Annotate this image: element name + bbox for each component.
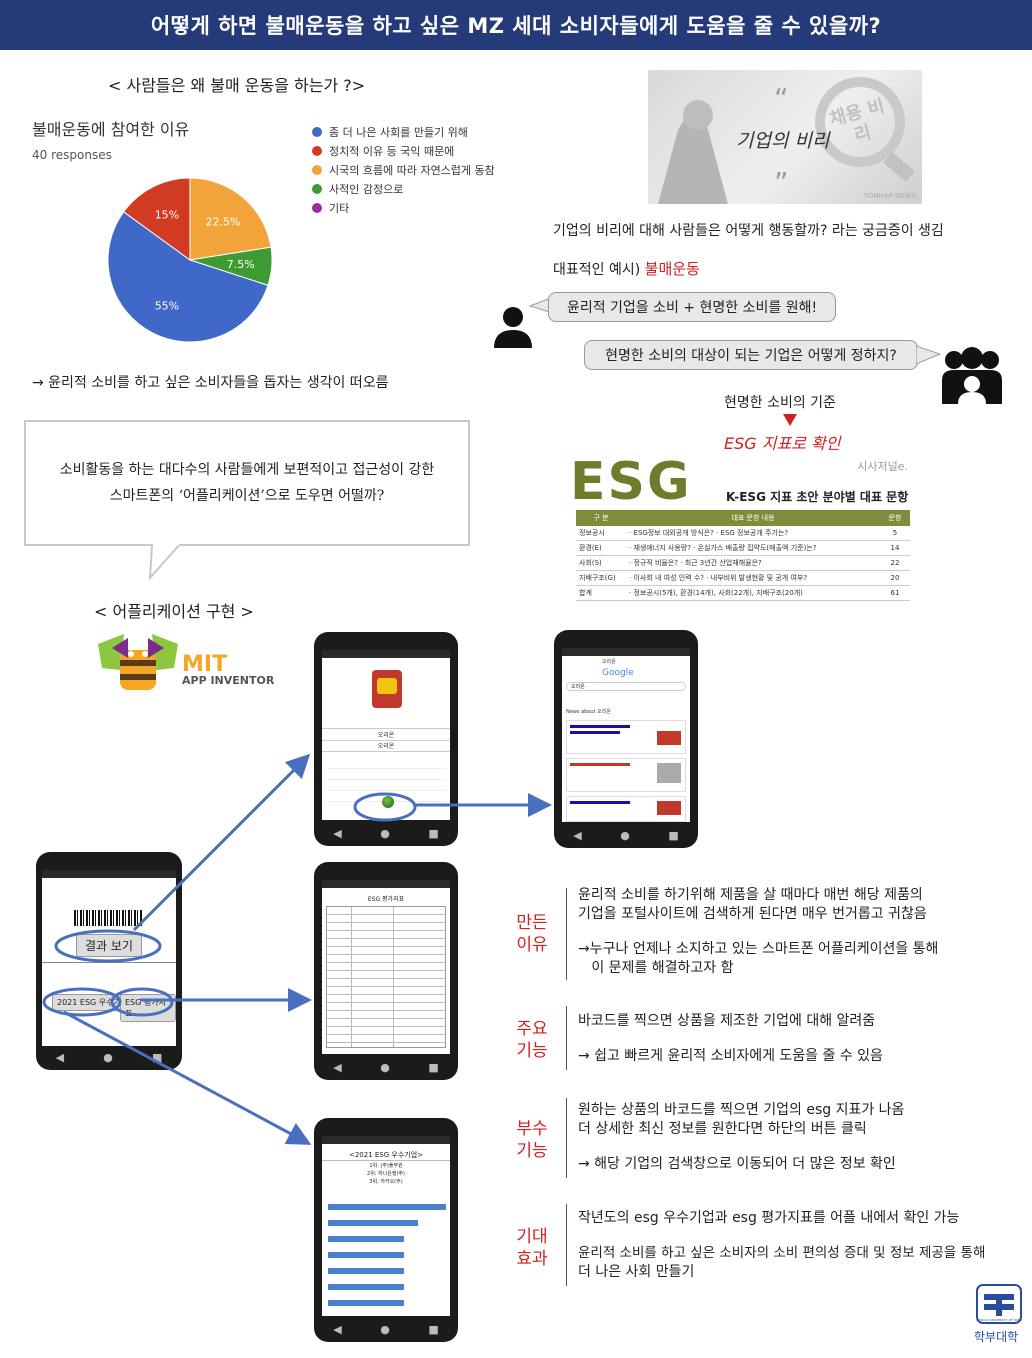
- legend-item: 좀 더 나은 사회를 만들기 위해: [312, 122, 532, 141]
- why-heading: < 사람들은 왜 불매 운동을 하는가 ?>: [108, 76, 366, 95]
- esg-table-figure: ESG 시사저널e. K-ESG 지표 초안 분야별 대표 문항 구 분 대표 …: [566, 452, 912, 601]
- bar-item: [328, 1252, 404, 1258]
- esg-source: 시사저널e.: [857, 460, 908, 473]
- main-phone-highlights: [42, 929, 174, 1017]
- pie-slice-label: 22.5%: [206, 215, 241, 228]
- news-item[interactable]: [566, 720, 686, 754]
- app-idea-callout: 소비활동을 하는 대다수의 사람들에게 보편적이고 접근성이 강한 스마트폰의 …: [24, 420, 470, 546]
- search-window-title: 오리온: [602, 659, 616, 665]
- callout-tail: [148, 544, 181, 580]
- legend-label: 시국의 흐름에 따라 자연스럽게 동참: [329, 163, 495, 177]
- boycott-highlight: 불매운동: [644, 260, 700, 278]
- esg-table-title: K-ESG 지표 초안 분야별 대표 문항: [726, 490, 909, 504]
- criteria-text: 현명한 소비의 기준: [724, 395, 836, 411]
- search-query[interactable]: 오리온: [566, 682, 686, 691]
- table-row: 합계 · 정보공시(5개), 환경(14개), 사회(22개), 지배구조(20개…: [576, 585, 910, 601]
- legend-item: 시국의 흐름에 따라 자연스럽게 동참: [312, 160, 532, 179]
- bar-item: [328, 1284, 404, 1290]
- group-icon: [942, 347, 1002, 404]
- example-line: 대표적인 예시) 불매운동: [553, 260, 700, 278]
- esg-index-phone: ESG 평가지표 ◀ ● ■: [314, 862, 458, 1080]
- speech-bubble-question: 현명한 소비의 대상이 되는 기업은 어떻게 정하지?: [584, 340, 918, 370]
- legend-swatch: [312, 126, 322, 137]
- bar-item: [328, 1268, 404, 1274]
- google-logo: Google: [602, 668, 634, 678]
- legend-label: 좀 더 나은 사회를 만들기 위해: [329, 125, 468, 139]
- bar-item: [328, 1204, 446, 1210]
- photo-caption: 기업의 비리: [736, 130, 830, 152]
- svg-text:CATHOLIC UNIVERSITY OF KOREA: CATHOLIC UNIVERSITY OF KOREA: [976, 1318, 1022, 1322]
- legend-swatch: [312, 164, 322, 175]
- news-item[interactable]: [566, 796, 686, 822]
- best-title: <2021 ESG 우수기업>: [322, 1150, 450, 1161]
- legend-label: 사적인 감정으로: [329, 182, 404, 196]
- bubble2-tail: [916, 345, 942, 365]
- search-phone: 오리온 Google 오리온 News about 오리온 ◀ ● ■: [554, 630, 698, 848]
- section-text-purpose: 윤리적 소비를 하기위해 제품을 살 때마다 매번 해당 제품의 기업을 포털사…: [578, 887, 939, 976]
- legend-swatch: [312, 183, 322, 194]
- product-image: [372, 670, 402, 708]
- speech-bubble-ethical: 윤리적 기업을 소비 + 현명한 소비를 원해!: [548, 292, 836, 322]
- page-title: 어떻게 하면 불매운동을 하고 싶은 MZ 세대 소비자들에게 도움을 줄 수 …: [0, 0, 1032, 50]
- chart-title: 불매운동에 참여한 이유: [32, 120, 190, 139]
- logo-sub-text: APP INVENTOR: [182, 674, 275, 687]
- section-text-sub-feature: 원하는 상품의 바코드를 찍으면 기업의 esg 지표가 나옴 더 상세한 최신…: [578, 1102, 905, 1172]
- legend-item: 기타: [312, 198, 532, 217]
- photo-credit: YONHAP NEWS: [863, 192, 916, 200]
- conclusion-text: → 윤리적 소비를 하고 싶은 소비자들을 돕자는 생각이 떠오름: [32, 375, 389, 391]
- back-icon[interactable]: ◀: [56, 1051, 64, 1064]
- chart-subtitle: 40 responses: [32, 148, 112, 162]
- legend-label: 기타: [329, 201, 350, 215]
- product-name-label: 오리온: [322, 740, 450, 752]
- university-seal-icon: CATHOLIC UNIVERSITY OF KOREA: [976, 1284, 1022, 1324]
- table-row: 사회(S) · 정규직 비율은? · 최근 3년간 산업재해율은? 22: [576, 555, 910, 571]
- section-text-main-feature: 바코드를 찍으면 상품을 제조한 기업에 대해 알려줌 → 쉽고 빠르게 윤리적…: [578, 1013, 883, 1064]
- index-title: ESG 평가지표: [367, 896, 405, 903]
- section-label-expected-effect: 기대 효과: [516, 1227, 548, 1269]
- app-inventor-logo-icon: [98, 634, 178, 690]
- pie-chart: 22.5% 7.5% 55% 15%: [107, 177, 273, 343]
- news-header: News about 오리온: [566, 709, 611, 715]
- bar-item: [328, 1220, 418, 1226]
- legend-swatch: [312, 202, 322, 213]
- legend-item: 사적인 감정으로: [312, 179, 532, 198]
- news-item[interactable]: [566, 758, 686, 792]
- pie-slice-label: 15%: [155, 209, 179, 222]
- table-row: 정보공시 · ESG정보 대외공개 방식은? · ESG 정보공개 주기는? 5: [576, 526, 910, 541]
- index-table: [326, 906, 446, 1048]
- esg-logo: ESG: [570, 452, 692, 512]
- table-row: 지배구조(G) · 이사회 내 여성 인력 수? · 내부비위 발생현황 및 공개…: [576, 570, 910, 586]
- section-text-expected-effect: 작년도의 esg 우수기업과 esg 평가지표를 어플 내에서 확인 가능 윤리…: [578, 1210, 986, 1280]
- esg-check-text: ESG 지표로 확인: [724, 434, 841, 453]
- pie-slice-label: 7.5%: [227, 258, 255, 271]
- recent-icon[interactable]: ■: [152, 1051, 162, 1064]
- app-heading: < 어플리케이션 구현 >: [94, 602, 254, 621]
- corruption-photo: “ ” 기업의 비리 채용 비리 YONHAP NEWS: [648, 70, 922, 204]
- section-label-sub-feature: 부수 기능: [516, 1119, 548, 1161]
- home-icon[interactable]: ●: [103, 1051, 113, 1064]
- esg-table: 구 분 대표 문항 내용 문항 정보공시 · ESG정보 대외공개 방식은? · …: [576, 510, 910, 601]
- best-companies-phone: <2021 ESG 우수기업> 1위: (주)풀무원 2위: 하나은행(주) 3…: [314, 1118, 458, 1342]
- pie-slice-label: 55%: [155, 299, 179, 312]
- legend-item: 정치적 이유 등 국익 때문에: [312, 141, 532, 160]
- globe-highlight: [353, 792, 417, 822]
- legend-label: 정치적 이유 등 국익 때문에: [329, 144, 455, 158]
- bar-item: [328, 1300, 404, 1306]
- chart-legend: 좀 더 나은 사회를 만들기 위해정치적 이유 등 국익 때문에시국의 흐름에 …: [312, 122, 532, 217]
- corruption-question: 기업의 비리에 대해 사람들은 어떻게 행동할까? 라는 궁금증이 생김: [553, 223, 944, 239]
- table-row: 환경(E) · 재생에너지 사용량? · 온실가스 배출량 집약도(매출액 기준)…: [576, 540, 910, 556]
- bar-item: [328, 1236, 404, 1242]
- legend-swatch: [312, 145, 322, 156]
- section-label-purpose: 만든 이유: [516, 913, 548, 955]
- school-name: 학부대학: [974, 1330, 1019, 1344]
- section-label-main-feature: 주요 기능: [516, 1019, 548, 1061]
- down-arrow-icon: [783, 414, 797, 426]
